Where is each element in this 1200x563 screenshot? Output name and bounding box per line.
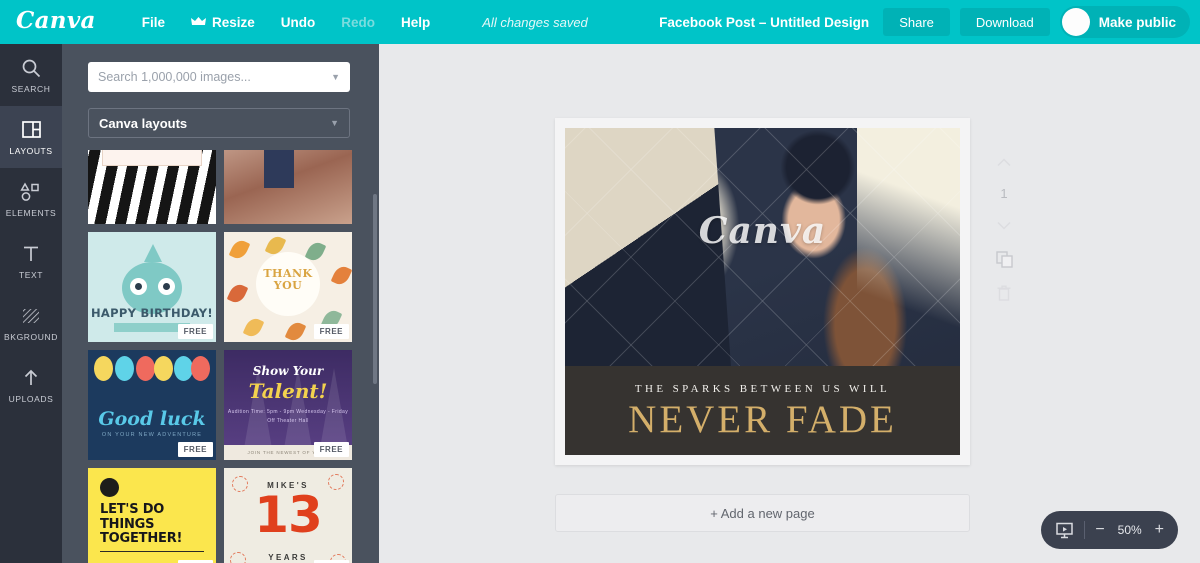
layout-thumbnail-mikes-13-years[interactable]: MIKE'S 13 YEARS FREE xyxy=(224,468,352,563)
main-menu: File Resize Undo Redo Help All changes s… xyxy=(142,15,588,30)
thumbnail-title: Show Your xyxy=(252,364,324,378)
canva-watermark: Canva xyxy=(698,210,827,252)
menu-label-help: Help xyxy=(401,14,431,30)
menu-label-undo: Undo xyxy=(280,14,316,30)
design-subtitle: THE SPARKS BETWEEN US WILL xyxy=(634,382,891,395)
thumbnail-art: LET'S DO THINGS TOGETHER! xyxy=(88,468,216,563)
free-badge: FREE xyxy=(177,324,213,339)
canva-logo[interactable]: Canva xyxy=(16,9,96,35)
sidebar-item-layouts[interactable]: LAYOUTS xyxy=(0,106,62,168)
toggle-knob xyxy=(1061,8,1090,36)
zoom-level: 50% xyxy=(1117,523,1142,537)
document-title[interactable]: Facebook Post – Untitled Design xyxy=(659,15,869,30)
upload-icon xyxy=(21,367,41,389)
sidebar-item-background[interactable]: BKGROUND xyxy=(0,292,62,354)
top-bar-actions: Facebook Post – Untitled Design Share Do… xyxy=(659,0,1190,44)
menu-label-redo: Redo xyxy=(341,14,375,30)
layout-thumbnail-happy-birthday[interactable]: HAPPY BIRTHDAY! FREE xyxy=(88,232,216,342)
thumbnail-title: THANK YOU xyxy=(263,267,313,292)
free-badge: FREE xyxy=(177,442,213,457)
layout-thumbnail-lets-do-things-together[interactable]: LET'S DO THINGS TOGETHER! FREE xyxy=(88,468,216,563)
chevron-up-icon[interactable] xyxy=(994,152,1014,172)
design-page[interactable]: Canva THE SPARKS BETWEEN US WILL NEVER F… xyxy=(555,118,970,465)
divider xyxy=(1084,521,1086,539)
thumbnail-title: HAPPY BIRTHDAY! xyxy=(91,306,213,320)
sidebar-item-elements[interactable]: ELEMENTS xyxy=(0,168,62,230)
menu-item-resize[interactable]: Resize xyxy=(190,14,255,30)
chevron-down-icon[interactable] xyxy=(994,215,1014,235)
make-public-label: Make public xyxy=(1098,14,1176,30)
top-bar: Canva File Resize Undo Redo Help All cha… xyxy=(0,0,1200,44)
sidebar-label-uploads: UPLOADS xyxy=(8,393,54,404)
canva-editor: Canva File Resize Undo Redo Help All cha… xyxy=(0,0,1200,563)
menu-item-undo[interactable]: Undo xyxy=(281,15,316,30)
background-icon xyxy=(21,305,41,327)
add-new-page-button[interactable]: + Add a new page xyxy=(555,494,970,532)
download-button[interactable]: Download xyxy=(959,8,1050,36)
sidebar-item-search[interactable]: SEARCH xyxy=(0,44,62,106)
thumbnail-art xyxy=(88,150,216,224)
chevron-down-icon[interactable]: ▼ xyxy=(331,72,340,82)
sidebar-label-background: BKGROUND xyxy=(4,331,58,342)
canvas-stage: Canva THE SPARKS BETWEEN US WILL NEVER F… xyxy=(379,44,1200,563)
panel-scrollbar[interactable] xyxy=(373,194,377,384)
layout-thumbnail-photo-event[interactable] xyxy=(224,150,352,224)
page-number: 1 xyxy=(1000,186,1008,201)
search-input[interactable] xyxy=(98,70,332,84)
save-status: All changes saved xyxy=(482,14,588,30)
menu-item-file[interactable]: File xyxy=(142,15,165,30)
sidebar-item-text[interactable]: TEXT xyxy=(0,230,62,292)
free-badge: FREE xyxy=(313,442,349,457)
thumbnail-art: MIKE'S 13 YEARS xyxy=(224,468,352,563)
make-public-toggle[interactable]: Make public xyxy=(1059,6,1190,38)
text-band[interactable]: THE SPARKS BETWEEN US WILL NEVER FADE xyxy=(565,366,960,455)
zoom-in-button[interactable]: + xyxy=(1155,522,1164,538)
menu-label-file: File xyxy=(141,14,165,30)
menu-item-help[interactable]: Help xyxy=(401,15,430,30)
share-button[interactable]: Share xyxy=(883,8,950,36)
layout-thumbnail-good-luck[interactable]: Good luck ON YOUR NEW ADVENTURE FREE xyxy=(88,350,216,460)
thumbnail-subtitle: Audition Time: 5pm - 9pm Wednesday - Fri… xyxy=(227,409,349,424)
layouts-icon xyxy=(21,119,41,141)
sidebar-label-search: SEARCH xyxy=(11,83,51,94)
page-tools: 1 xyxy=(987,152,1021,303)
design-headline: NEVER FADE xyxy=(628,397,897,441)
sidebar-item-uploads[interactable]: UPLOADS xyxy=(0,354,62,416)
layout-thumbnail-zebra[interactable] xyxy=(88,150,216,224)
design-content: Canva THE SPARKS BETWEEN US WILL NEVER F… xyxy=(565,128,960,455)
zoom-out-button[interactable]: − xyxy=(1095,522,1104,538)
search-icon xyxy=(21,57,41,79)
layout-thumbnail-show-your-talent[interactable]: Show Your Talent! Audition Time: 5pm - 9… xyxy=(224,350,352,460)
thumbnail-art xyxy=(224,150,352,224)
zoom-bar: − 50% + xyxy=(1041,511,1178,549)
category-label: Canva layouts xyxy=(99,115,188,131)
category-dropdown[interactable]: Canva layouts ▼ xyxy=(88,108,350,138)
presentation-icon[interactable] xyxy=(1055,521,1074,539)
sidebar-label-elements: ELEMENTS xyxy=(5,207,57,218)
thumbnail-title: Good luck xyxy=(98,408,206,430)
trash-icon[interactable] xyxy=(994,283,1014,303)
layouts-panel: ▼ Canva layouts ▼ xyxy=(62,44,379,563)
thumbnail-title-2: Talent! xyxy=(248,379,328,403)
sidebar-label-text: TEXT xyxy=(18,269,44,280)
crown-icon xyxy=(190,15,206,30)
thumbnail-subtitle: ON YOUR NEW ADVENTURE xyxy=(101,432,203,438)
chevron-down-icon: ▼ xyxy=(330,118,339,128)
search-field-wrapper[interactable]: ▼ xyxy=(88,62,350,92)
sidebar-label-layouts: LAYOUTS xyxy=(9,145,53,156)
thumbnail-number: 13 xyxy=(254,486,323,544)
layout-thumbnail-thank-you[interactable]: THANK YOU FREE xyxy=(224,232,352,342)
thumbnail-title: LET'S DO THINGS TOGETHER! xyxy=(100,502,183,547)
elements-icon xyxy=(20,181,42,203)
text-icon xyxy=(21,243,41,265)
duplicate-icon[interactable] xyxy=(994,249,1014,269)
menu-item-redo[interactable]: Redo xyxy=(341,15,375,30)
menu-label-resize: Resize xyxy=(211,14,255,30)
layouts-grid: HAPPY BIRTHDAY! FREE THANK YOU FREE Good… xyxy=(88,150,360,563)
free-badge: FREE xyxy=(313,324,349,339)
left-rail: SEARCH LAYOUTS ELEMENTS TEXT BKGROUND UP… xyxy=(0,44,62,563)
